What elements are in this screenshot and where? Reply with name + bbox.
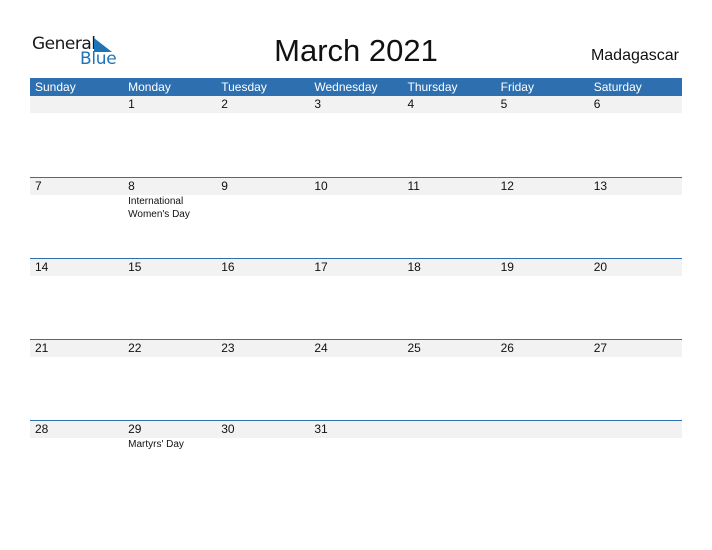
day-number: 30 [221,422,235,436]
day-number: 6 [593,97,601,111]
weekday-saturday: Saturday [593,80,642,94]
day-number-bar: 28 29 30 31 [30,420,682,438]
day-number: 27 [593,341,608,355]
day-number: 11 [407,179,420,193]
day-number: 18 [407,260,421,274]
week-row: 7 8 9 10 11 12 13 International Women's Day [30,177,682,258]
weekday-sunday: Sunday [35,80,76,94]
week-row: 28 29 30 31 Martyrs' Day [30,420,682,501]
day-number: 20 [593,260,608,274]
weekday-header: Sunday Monday Tuesday Wednesday Thursday… [30,78,682,96]
day-number: 21 [35,341,49,355]
holiday-label [589,195,682,221]
day-number [30,96,123,113]
day-number [589,421,682,438]
holiday-label [496,195,589,221]
day-number: 8 [128,179,135,193]
week-row: 1 2 3 4 5 6 [30,96,682,177]
day-number: 1 [128,97,135,111]
day-number: 31 [314,422,328,436]
weekday-monday: Monday [128,80,171,94]
holiday-label [309,438,402,451]
weekday-tuesday: Tuesday [221,80,267,94]
calendar-grid: Sunday Monday Tuesday Wednesday Thursday… [30,78,682,501]
day-number-bar: 14 15 16 17 18 19 20 [30,258,682,276]
day-number: 12 [500,179,514,193]
holiday-label [30,195,123,221]
day-number: 26 [500,341,514,355]
holiday-label [216,195,309,221]
holiday-label [30,438,123,451]
country-label: Madagascar [590,47,679,64]
day-number: 5 [500,97,508,111]
day-number: 4 [407,97,415,111]
day-number: 23 [221,341,235,355]
day-number [403,421,496,438]
day-number: 9 [221,179,228,193]
holiday-label [589,438,682,451]
holiday-label [403,438,496,451]
day-number: 22 [128,341,142,355]
day-number-bar: 7 8 9 10 11 12 13 [30,177,682,195]
holiday-label [216,438,309,451]
day-number: 28 [35,422,49,436]
holiday-label [403,195,496,221]
day-number [496,421,589,438]
day-number: 3 [314,97,322,111]
events-row: International Women's Day [30,195,682,221]
day-number: 2 [221,97,228,111]
weekday-wednesday: Wednesday [314,80,378,94]
day-number: 10 [314,179,328,193]
day-number: 14 [35,260,49,274]
holiday-label [309,195,402,221]
day-number: 25 [407,341,421,355]
week-row: 14 15 16 17 18 19 20 [30,258,682,339]
weekday-thursday: Thursday [407,80,458,94]
day-number: 19 [500,260,514,274]
holiday-label: International Women's Day [128,196,190,220]
day-number: 29 [128,422,142,436]
day-number: 7 [35,179,42,193]
day-number: 13 [593,179,608,193]
day-number: 15 [128,260,142,274]
weekday-friday: Friday [500,80,534,94]
day-number: 17 [314,260,328,274]
week-row: 21 22 23 24 25 26 27 [30,339,682,420]
day-number: 16 [221,260,235,274]
day-number-bar: 21 22 23 24 25 26 27 [30,339,682,357]
holiday-label [496,438,589,451]
day-number-bar: 1 2 3 4 5 6 [30,96,682,113]
day-number: 24 [314,341,328,355]
holiday-label: Martyrs' Day [128,439,184,450]
events-row: Martyrs' Day [30,438,682,451]
